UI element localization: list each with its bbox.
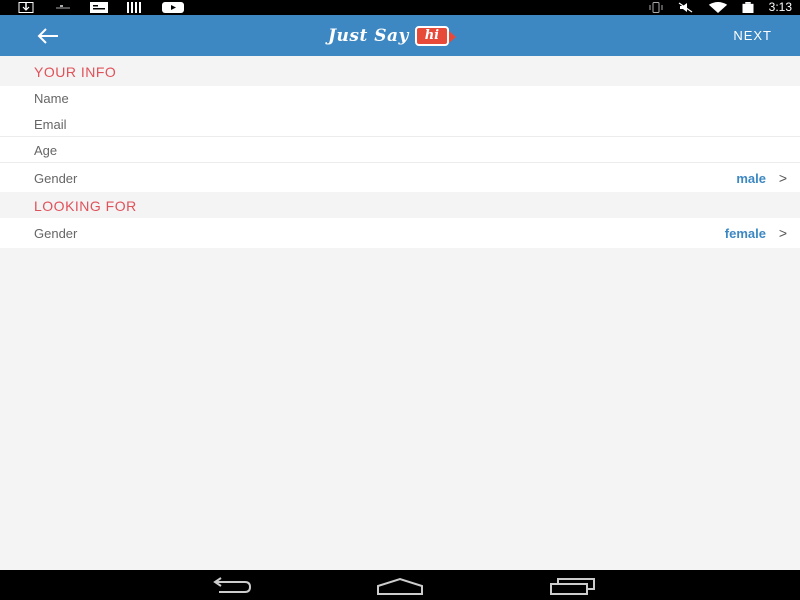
wifi-icon [708, 2, 727, 13]
notification-icons [18, 2, 184, 13]
home-icon [377, 577, 423, 595]
section-title: LOOKING FOR [34, 198, 137, 214]
system-icons: 3:13 [647, 1, 792, 14]
logo-badge: hi [414, 26, 456, 46]
nav-recents-button[interactable] [548, 574, 598, 596]
usb-icon [56, 5, 70, 9]
app-bar: Just Say hi NEXT [0, 15, 800, 56]
mute-icon [678, 2, 692, 13]
gender-label: Gender [34, 226, 78, 241]
battery-icon [742, 2, 754, 13]
logo-text: Just Say [328, 26, 409, 46]
age-field[interactable]: Age [34, 143, 57, 158]
looking-gender-row[interactable]: Gender female > [0, 218, 800, 248]
back-button[interactable] [30, 21, 66, 51]
barcode-icon [127, 2, 141, 13]
name-email-group: Name Email [0, 86, 800, 136]
recents-icon [550, 578, 595, 595]
navigation-bar [0, 570, 800, 600]
name-field[interactable]: Name [34, 91, 69, 106]
gender-label: Gender [34, 171, 78, 186]
nav-home-button[interactable] [375, 574, 425, 596]
status-bar: 3:13 [0, 0, 800, 15]
app-logo: Just Say hi [328, 22, 456, 50]
gender-value: male [736, 171, 766, 186]
chevron-right-icon: > [778, 225, 787, 241]
nav-back-button[interactable] [205, 574, 255, 596]
message-icon [90, 2, 108, 13]
your-gender-row[interactable]: Gender male > [0, 163, 800, 192]
logo-badge-text: hi [424, 28, 440, 43]
vibrate-icon [649, 2, 663, 13]
email-field[interactable]: Email [34, 117, 67, 132]
clock: 3:13 [768, 0, 792, 14]
looking-for-header: LOOKING FOR [0, 192, 800, 218]
arrow-left-icon [37, 28, 58, 44]
gender-value: female [724, 226, 766, 241]
your-info-header: YOUR INFO [0, 56, 800, 86]
download-icon [18, 2, 34, 13]
camera-tail-icon [448, 31, 456, 43]
chevron-right-icon: > [778, 170, 787, 186]
section-title: YOUR INFO [34, 64, 117, 80]
back-icon [213, 577, 252, 593]
next-button[interactable]: NEXT [733, 28, 772, 43]
age-row[interactable]: Age [0, 137, 800, 162]
youtube-icon [162, 2, 184, 13]
